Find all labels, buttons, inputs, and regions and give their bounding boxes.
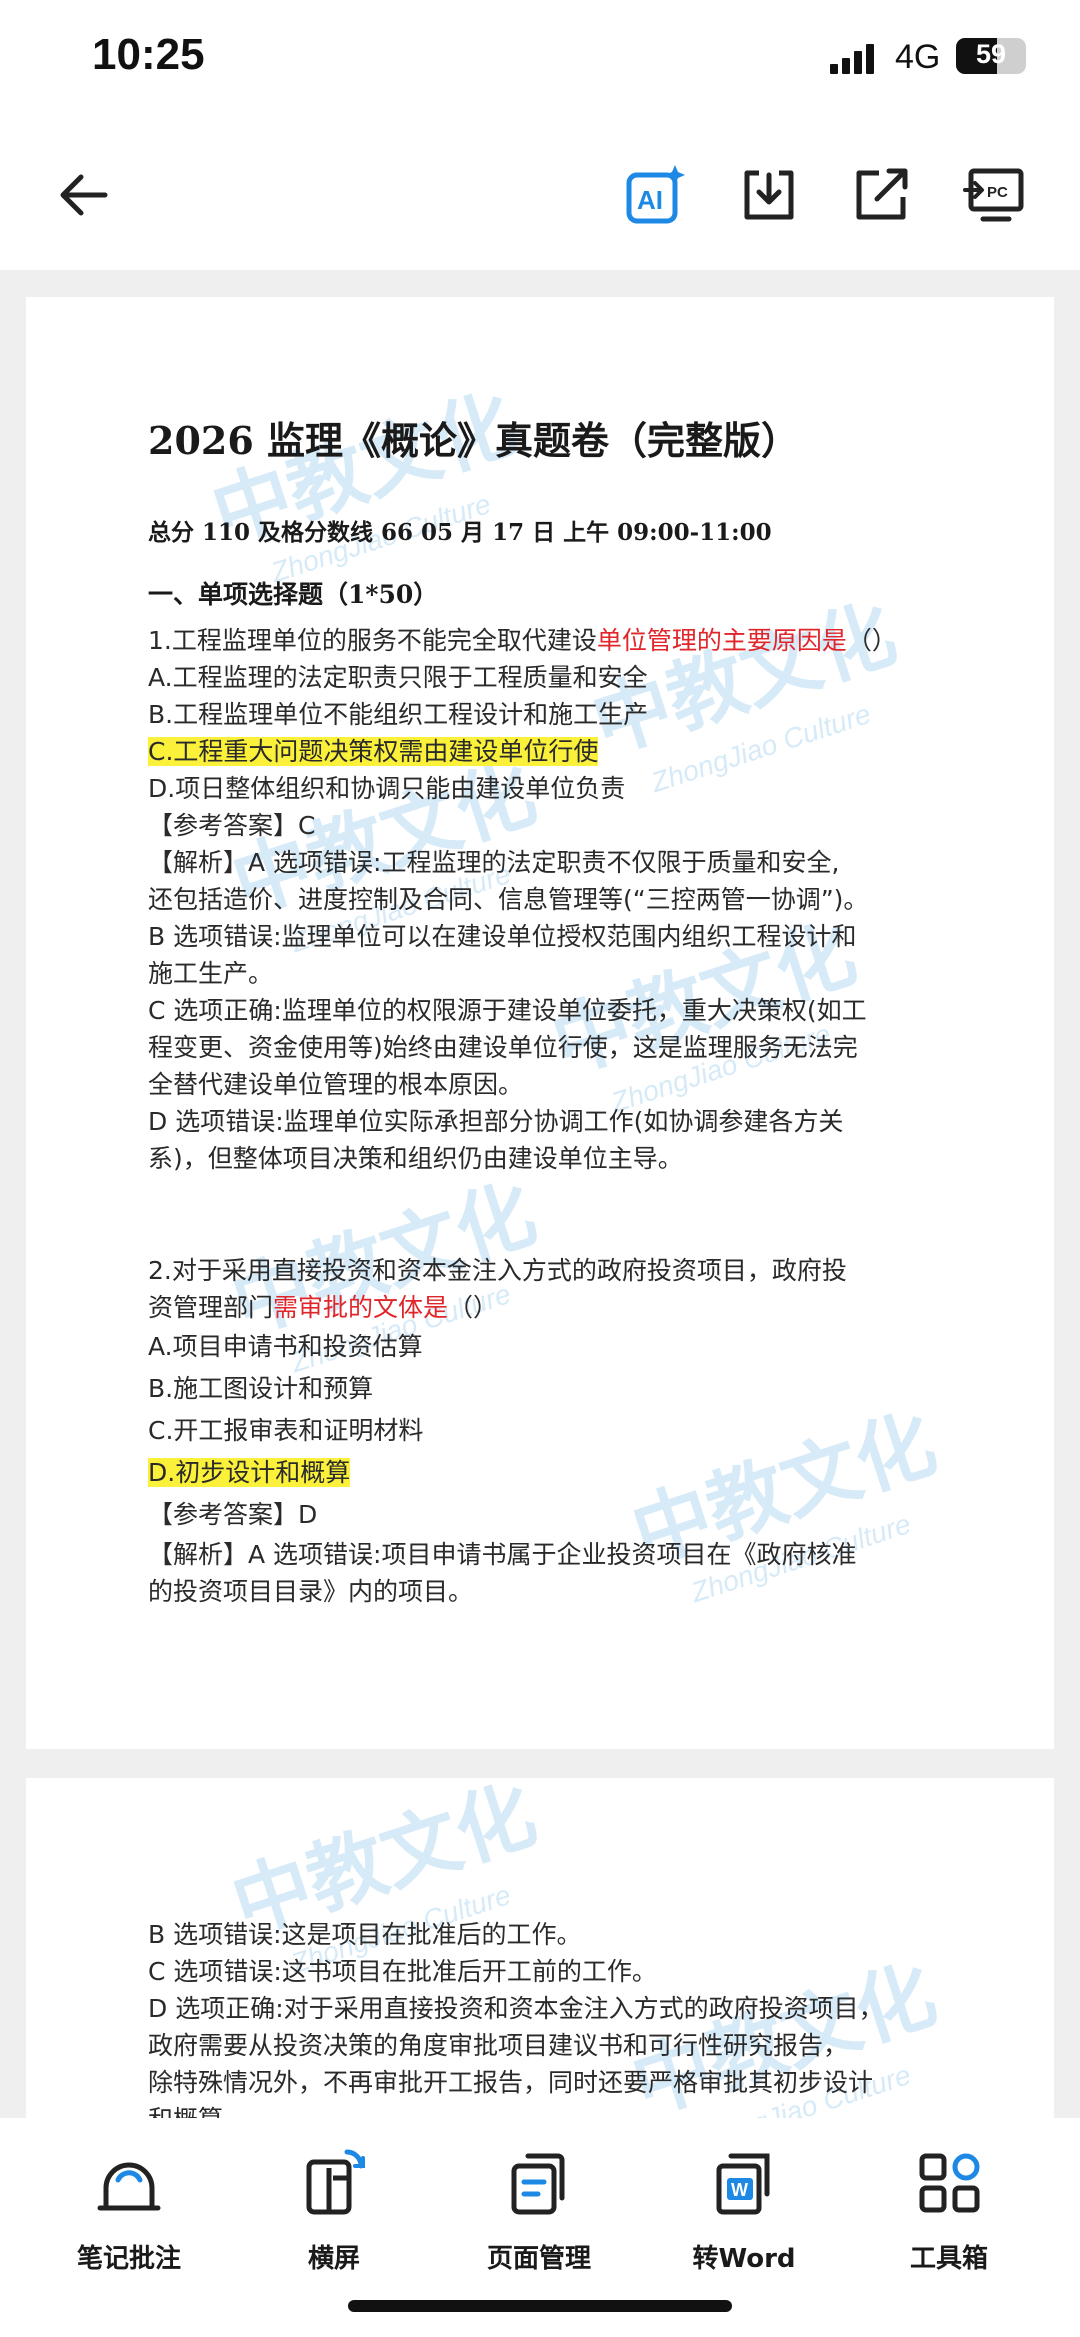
question-stem: 2.对于采用直接投资和资本金注入方式的政府投资项目，政府投 bbox=[148, 1256, 847, 1285]
annotate-label: 笔记批注 bbox=[76, 2244, 181, 2274]
section-heading: 一、单项选择题（1*50） bbox=[148, 580, 439, 609]
option-c-highlighted: C.工程重大问题决策权需由建设单位行使 bbox=[148, 737, 599, 766]
share-icon bbox=[856, 168, 908, 220]
toolbox-icon bbox=[919, 2153, 980, 2213]
option-b: B.工程监理单位不能组织工程设计和施工生产 bbox=[148, 700, 649, 729]
analysis-line: B 选项错误:这是项目在批准后的工作。 bbox=[148, 1920, 582, 1949]
analysis-line: D 选项正确:对于采用直接投资和资本金注入方式的政府投资项目， bbox=[148, 1994, 884, 2023]
page-management-label: 页面管理 bbox=[486, 2244, 591, 2274]
toolbox-button[interactable]: 工具箱 bbox=[849, 2148, 1049, 2275]
analysis-line: 【解析】A 选项错误:项目申请书属于企业投资项目在《政府核准 bbox=[148, 1540, 857, 1569]
document-page-1[interactable]: 中教文化 ZhongJiao Culture 中教文化 ZhongJiao Cu… bbox=[26, 297, 1054, 1749]
emphasis-text: 单位管理的主要原因是 bbox=[596, 626, 847, 655]
network-type: 4G bbox=[895, 38, 941, 76]
reference-answer: 【参考答案】C bbox=[148, 811, 316, 840]
option-b: B.施工图设计和预算 bbox=[148, 1374, 374, 1403]
convert-word-label: 转Word bbox=[692, 2244, 796, 2274]
back-button[interactable] bbox=[48, 160, 118, 230]
top-toolbar: AI PC bbox=[0, 118, 1080, 270]
exam-meta: 总分 110 及格分数线 66 05 月 17 日 上午 09:00-11:00 bbox=[148, 519, 772, 546]
option-a: A.工程监理的法定职责只限于工程质量和安全 bbox=[148, 663, 648, 692]
battery-icon: 59 bbox=[956, 38, 1026, 74]
analysis-line: 施工生产。 bbox=[148, 959, 274, 988]
status-time: 10:25 bbox=[92, 30, 205, 79]
emphasis-text: 需审批的文体是 bbox=[273, 1293, 449, 1322]
ai-icon: AI bbox=[626, 165, 685, 224]
pc-transfer-icon: PC bbox=[963, 168, 1024, 222]
landscape-label: 横屏 bbox=[307, 2244, 360, 2274]
signal-icon bbox=[830, 44, 874, 74]
analysis-line: B 选项错误:监理单位可以在建设单位授权范围内组织工程设计和 bbox=[148, 922, 857, 951]
page-management-button[interactable]: 页面管理 bbox=[439, 2148, 639, 2275]
reference-answer: 【参考答案】D bbox=[148, 1500, 318, 1529]
document-title: 2026 监理《概论》真题卷（完整版） bbox=[148, 418, 799, 463]
analysis-line: 全替代建设单位管理的根本原因。 bbox=[148, 1070, 524, 1099]
annotate-icon bbox=[97, 2162, 161, 2211]
battery-level: 59 bbox=[975, 39, 1007, 69]
analysis-line: 还包括造价、进度控制及合同、信息管理等(“三控两管一协调”)。 bbox=[148, 885, 869, 914]
analysis-line: 除特殊情况外，不再审批开工报告，同时还要严格审批其初步设计 bbox=[148, 2068, 874, 2097]
status-bar: 10:25 4G 59 bbox=[0, 0, 1080, 118]
landscape-button[interactable]: 横屏 bbox=[234, 2148, 434, 2275]
download-button[interactable] bbox=[734, 160, 804, 230]
analysis-line: 程变更、资金使用等)始终由建设单位行使，这是监理服务无法完 bbox=[148, 1033, 858, 1062]
analysis-line: 系)，但整体项目决策和组织仍由建设单位主导。 bbox=[148, 1144, 683, 1173]
question-2: 2.对于采用直接投资和资本金注入方式的政府投资项目，政府投 资管理部门需审批的文… bbox=[148, 1252, 954, 1610]
analysis-line: 【解析】A 选项错误:工程监理的法定职责不仅限于质量和安全, bbox=[148, 848, 840, 877]
analysis-line: C 选项错误:这书项目在批准后开工前的工作。 bbox=[148, 1957, 657, 1986]
pc-transfer-button[interactable]: PC bbox=[960, 160, 1030, 230]
ai-button[interactable]: AI bbox=[620, 160, 690, 230]
annotate-button[interactable]: 笔记批注 bbox=[29, 2148, 229, 2275]
option-c: C.开工报审表和证明材料 bbox=[148, 1416, 424, 1445]
ai-icon-label: AI bbox=[637, 185, 663, 215]
option-d-highlighted: D.初步设计和概算 bbox=[148, 1458, 351, 1487]
home-indicator[interactable] bbox=[348, 2300, 732, 2312]
analysis-line: 政府需要从投资决策的角度审批项目建议书和可行性研究报告， bbox=[148, 2031, 849, 2060]
question-stem: 资管理部门需审批的文体是（） bbox=[148, 1293, 499, 1322]
question-1: 1.工程监理单位的服务不能完全取代建设单位管理的主要原因是（） A.工程监理的法… bbox=[148, 622, 954, 1177]
share-button[interactable] bbox=[846, 160, 916, 230]
convert-word-button[interactable]: W 转Word bbox=[644, 2148, 844, 2275]
question-stem: 1.工程监理单位的服务不能完全取代建设单位管理的主要原因是（） bbox=[148, 626, 897, 655]
option-a: A.项目申请书和投资估算 bbox=[148, 1332, 423, 1361]
rotate-icon bbox=[306, 2149, 365, 2215]
analysis-line: 的投资项目目录》内的项目。 bbox=[148, 1577, 474, 1606]
analysis-continued: B 选项错误:这是项目在批准后的工作。 C 选项错误:这书项目在批准后开工前的工… bbox=[148, 1916, 954, 2118]
pc-icon-label: PC bbox=[987, 184, 1008, 201]
document-page-2[interactable]: 中教文化 ZhongJiao Culture 中教文化 ZhongJiao Cu… bbox=[26, 1778, 1054, 2118]
analysis-line: 和概算 bbox=[148, 2101, 954, 2118]
pages-icon bbox=[511, 2153, 565, 2215]
analysis-line: D 选项错误:监理单位实际承担部分协调工作(如协调参建各方关 bbox=[148, 1107, 844, 1136]
back-arrow-icon bbox=[60, 174, 108, 216]
word-icon: W bbox=[716, 2153, 770, 2215]
download-icon bbox=[744, 170, 794, 220]
option-d: D.项日整体组织和协调只能由建设单位负责 bbox=[148, 774, 626, 803]
analysis-line: C 选项正确:监理单位的权限源于建设单位委托，重大决策权(如工 bbox=[148, 996, 867, 1025]
word-badge: W bbox=[731, 2180, 748, 2200]
toolbox-label: 工具箱 bbox=[909, 2244, 988, 2274]
